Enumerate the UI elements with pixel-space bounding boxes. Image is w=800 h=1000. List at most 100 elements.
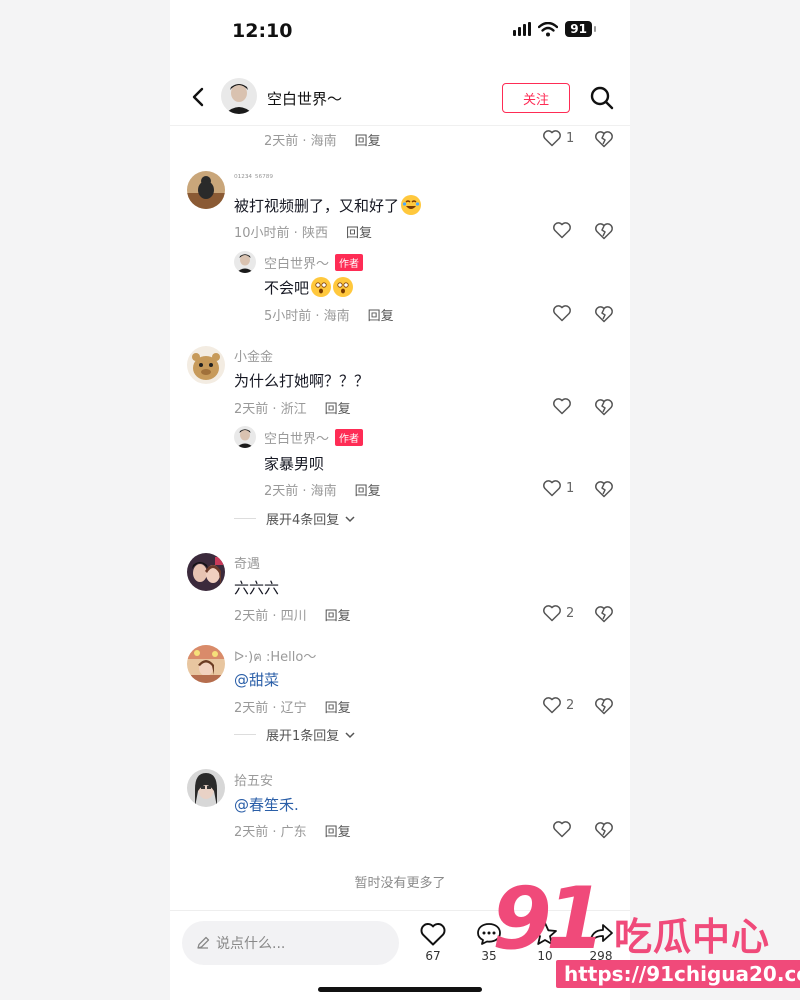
heart-icon [543,697,561,714]
broken-heart-icon[interactable] [594,305,614,323]
comment-text: 六六六 [234,579,280,597]
shocked-emoji-icon [311,277,332,297]
comment-meta: 2天前 · 海南 回复 [264,130,381,149]
broken-heart-icon[interactable] [594,130,614,148]
reply-text: 不会吧 [264,277,354,298]
like-count: 2 [566,697,575,713]
commenter-avatar[interactable] [187,171,225,209]
laughing-emoji-icon [401,195,422,215]
heart-icon [553,821,571,838]
comment-text: 为什么打她啊？？？ [234,372,370,390]
replier-name[interactable]: 空白世界～ 作者 [264,428,364,447]
status-time: 12:10 [232,20,293,42]
like-button[interactable] [552,221,576,239]
mention-link[interactable]: @甜菜 [234,669,279,690]
comment-meta: 2天前 · 浙江 回复 [234,398,351,417]
reply-text: 家暴男呗 [264,455,325,473]
mention-link[interactable]: @春笙禾. [234,794,299,815]
comment-meta: 2天前 · 辽宁 回复 [234,697,351,716]
heart-icon [543,605,561,622]
like-count: 1 [566,480,575,496]
commenter-name[interactable]: 小金金 [234,346,273,365]
broken-heart-icon[interactable] [594,480,614,498]
like-button[interactable]: 2 [542,696,574,714]
commenter-avatar[interactable] [187,645,225,683]
reply-link[interactable]: 回复 [325,609,351,624]
phone-screen: 12:10 91 空白世界～ 关注 2天前 · 海南 回复 1 ₀₁₂₃₄ ₅₆… [170,0,630,1000]
like-button[interactable]: 1 [542,129,574,147]
status-icons: 91 [513,21,596,37]
replier-avatar[interactable] [234,251,256,273]
like-button[interactable]: 1 [542,479,574,497]
reply-link[interactable]: 回复 [325,701,351,716]
broken-heart-icon[interactable] [594,821,614,839]
like-total: 67 [425,949,441,963]
broken-heart-icon[interactable] [594,605,614,623]
reply-link[interactable]: 回复 [346,226,372,241]
broken-heart-icon[interactable] [594,222,614,240]
commenter-avatar[interactable] [187,346,225,384]
time-location: 2天前 · 辽宁 [234,701,307,716]
heart-icon [543,130,561,147]
time-location: 2天前 · 浙江 [234,402,307,417]
signal-icon [513,22,532,36]
battery-icon: 91 [565,21,596,37]
replier-name[interactable]: 空白世界～ 作者 [264,253,364,272]
reply-link[interactable]: 回复 [325,402,351,417]
reply-link[interactable]: 回复 [325,825,351,840]
comment-input[interactable]: 说点什么... [182,921,399,965]
follow-button[interactable]: 关注 [502,83,570,113]
comment-meta: 2天前 · 四川 回复 [234,605,351,624]
home-indicator[interactable] [318,987,482,992]
divider [234,734,256,735]
reply-link[interactable]: 回复 [368,309,394,324]
broken-heart-icon[interactable] [594,697,614,715]
heart-icon [553,305,571,322]
commenter-avatar[interactable] [187,553,225,591]
like-video-button[interactable]: 67 [413,921,453,963]
reply-link[interactable]: 回复 [355,484,381,499]
comment-list[interactable]: 2天前 · 海南 回复 1 ₀₁₂₃₄ ₅₆₇₈₉ 被打视频删了，又和好了 10小… [170,127,630,910]
like-button[interactable] [552,304,576,322]
heart-icon [420,923,446,946]
heart-icon [543,480,561,497]
reply-meta: 2天前 · 海南 回复 [264,480,381,499]
watermark: 91 吃瓜中心 https://91chigua20.com [492,869,800,996]
chevron-down-icon [345,515,355,522]
expand-label: 展开4条回复 [266,513,340,528]
expand-replies-button[interactable]: 展开4条回复 [234,509,355,528]
reply-link[interactable]: 回复 [355,134,381,149]
search-icon[interactable] [589,85,615,111]
like-button[interactable] [552,397,576,415]
broken-heart-icon[interactable] [594,398,614,416]
commenter-name[interactable]: 奇遇 [234,553,260,572]
watermark-number: 91 [492,869,606,969]
commenter-name[interactable]: ᐅ·)ฅ :Hello～ [234,646,316,667]
comment-meta: 10小时前 · 陕西 回复 [234,222,372,241]
expand-replies-button[interactable]: 展开1条回复 [234,725,355,744]
like-button[interactable] [552,820,576,838]
like-button[interactable]: 2 [542,604,574,622]
commenter-avatar[interactable] [187,769,225,807]
replier-avatar[interactable] [234,426,256,448]
header: 空白世界～ 关注 [170,70,630,126]
commenter-name[interactable]: ₀₁₂₃₄ ₅₆₇₈₉ [234,171,294,181]
author-name[interactable]: 空白世界～ [267,88,342,109]
heart-icon [553,222,571,239]
time-location: 2天前 · 四川 [234,609,307,624]
shocked-emoji-icon [333,277,354,297]
back-chevron-icon[interactable] [188,82,210,112]
time-location: 2天前 · 海南 [264,484,337,499]
watermark-name: 吃瓜中心 [614,915,771,959]
time-location: 5小时前 · 海南 [264,309,350,324]
commenter-name[interactable]: 拾五安 [234,770,273,789]
status-bar: 12:10 91 [170,0,630,60]
author-avatar[interactable] [221,78,257,114]
comment-meta: 2天前 · 广东 回复 [234,821,351,840]
comment-text: 被打视频删了，又和好了 [234,195,422,216]
divider [234,518,256,519]
like-count: 2 [566,605,575,621]
author-tag: 作者 [335,254,364,271]
like-count: 1 [566,130,575,146]
time-location: 2天前 · 广东 [234,825,307,840]
